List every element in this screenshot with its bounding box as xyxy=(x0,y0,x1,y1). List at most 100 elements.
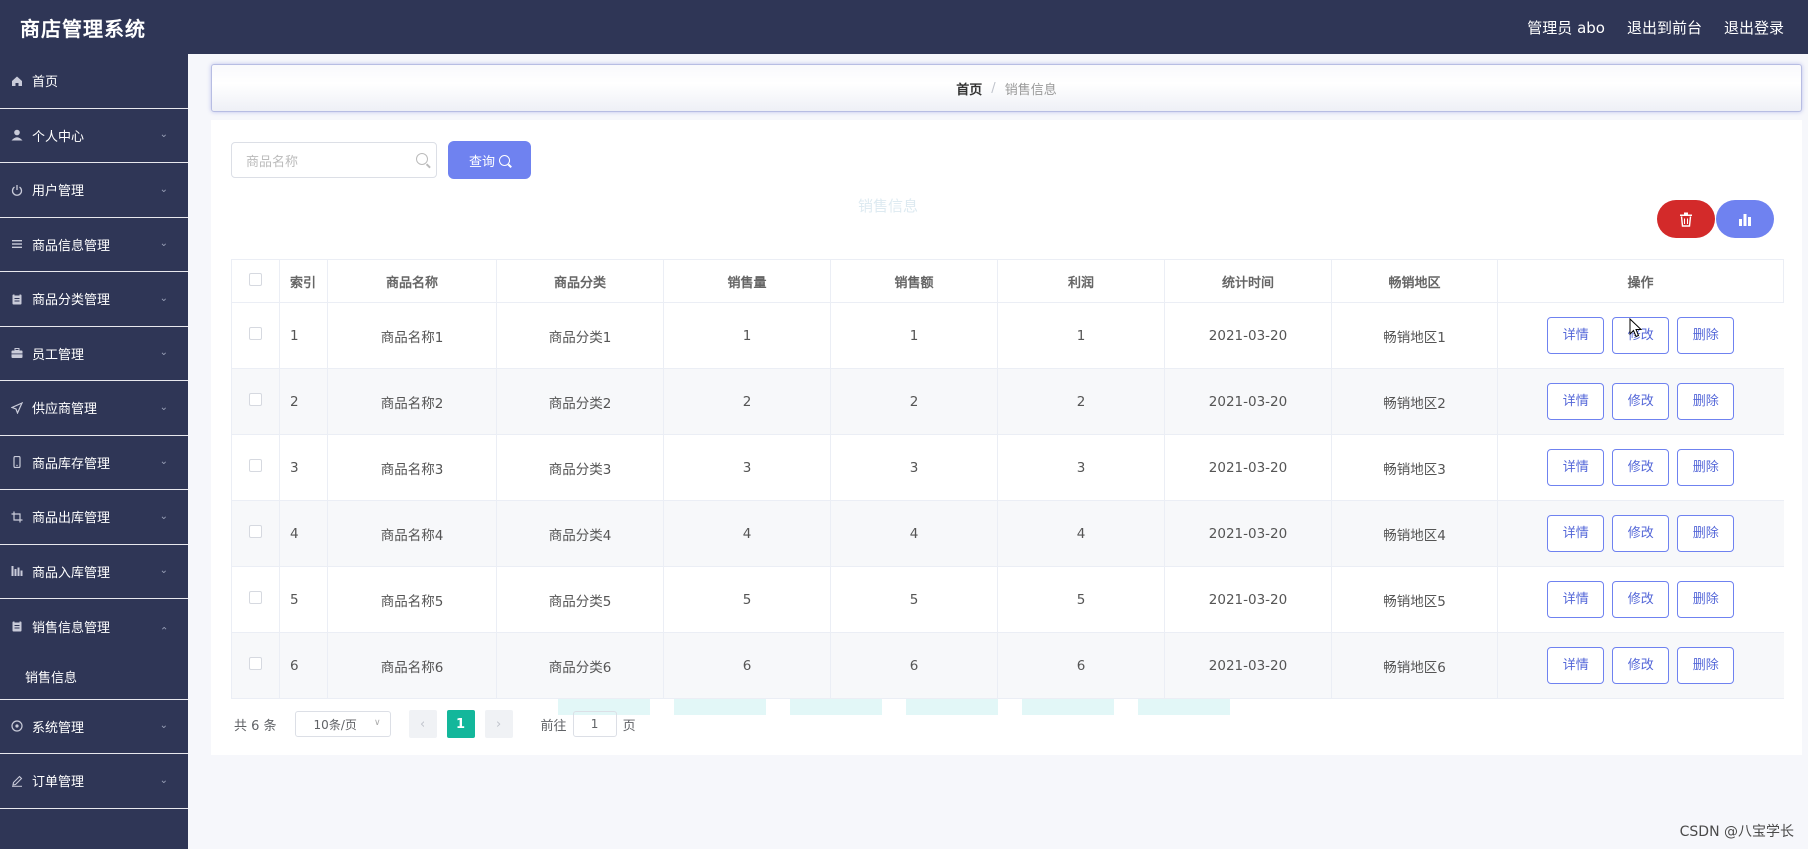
sidebar-item-label: 个人中心 xyxy=(32,129,85,145)
delete-button[interactable]: 删除 xyxy=(1677,449,1735,486)
cell-category: 商品分类3 xyxy=(496,434,664,501)
row-checkbox-cell[interactable] xyxy=(231,566,280,633)
cell-index: 5 xyxy=(279,566,328,633)
row-checkbox[interactable] xyxy=(249,525,262,538)
select-all-checkbox[interactable] xyxy=(249,272,262,286)
cell-volume: 1 xyxy=(663,302,831,369)
chevron-down-icon: ⌄ xyxy=(159,510,168,522)
row-checkbox-cell[interactable] xyxy=(231,368,280,435)
row-actions: 详情 修改 删除 xyxy=(1497,566,1784,633)
watermark: CSDN @八宝学长 xyxy=(1679,824,1794,840)
delete-button[interactable]: 删除 xyxy=(1677,581,1735,618)
detail-button[interactable]: 详情 xyxy=(1547,647,1605,684)
chart-button[interactable] xyxy=(1716,200,1774,238)
row-checkbox-cell[interactable] xyxy=(231,302,280,369)
row-checkbox[interactable] xyxy=(249,327,262,340)
row-checkbox[interactable] xyxy=(249,459,262,472)
bar-chart-icon xyxy=(1739,213,1751,226)
power-icon xyxy=(10,183,24,197)
back-to-front-link[interactable]: 退出到前台 xyxy=(1627,17,1702,38)
sidebar-item-staff[interactable]: 员工管理 ⌄ xyxy=(0,327,188,381)
edit-button[interactable]: 修改 xyxy=(1612,647,1670,684)
row-checkbox[interactable] xyxy=(249,591,262,604)
cell-name: 商品名称1 xyxy=(327,302,497,369)
search-icon xyxy=(416,153,428,165)
prev-page-button[interactable]: ‹ xyxy=(408,710,437,738)
cell-profit: 6 xyxy=(997,632,1165,699)
row-checkbox-cell[interactable] xyxy=(231,434,280,501)
sidebar-item-sales-management[interactable]: 销售信息管理 ⌄ xyxy=(0,599,188,654)
chevron-down-icon: ⌄ xyxy=(159,565,168,577)
header-actions: 管理员 abo 退出到前台 退出登录 xyxy=(1527,17,1784,38)
edit-button[interactable]: 修改 xyxy=(1612,449,1670,486)
detail-button[interactable]: 详情 xyxy=(1547,449,1605,486)
edit-button[interactable]: 修改 xyxy=(1612,515,1670,552)
sidebar: 首页 个人中心 ⌄ 用户管理 ⌄ 商品信息管理 ⌄ 商品分类管理 ⌄ 员工管理 … xyxy=(0,54,188,849)
cell-profit: 5 xyxy=(997,566,1165,633)
pagination: 共 6 条 10条/页 ∨ ‹ 1 › 前往 1 页 xyxy=(234,710,636,738)
delete-button[interactable]: 删除 xyxy=(1677,515,1735,552)
query-button[interactable]: 查询 xyxy=(448,141,531,179)
chevron-down-icon: ∨ xyxy=(373,718,381,728)
sidebar-item-product-category[interactable]: 商品分类管理 ⌄ xyxy=(0,272,188,327)
detail-button[interactable]: 详情 xyxy=(1547,581,1605,618)
app-title: 商店管理系统 xyxy=(20,16,146,41)
chevron-down-icon: ⌄ xyxy=(159,292,168,304)
breadcrumb-home[interactable]: 首页 xyxy=(956,79,982,98)
row-checkbox-cell[interactable] xyxy=(231,632,280,699)
chevron-left-icon: ‹ xyxy=(419,716,426,732)
sidebar-subitem-sales-info[interactable]: 销售信息 xyxy=(0,654,188,700)
sidebar-item-inbound[interactable]: 商品入库管理 ⌄ xyxy=(0,545,188,599)
sidebar-item-label: 商品分类管理 xyxy=(32,293,111,309)
sidebar-item-label: 商品入库管理 xyxy=(32,565,111,581)
cell-time: 2021-03-20 xyxy=(1164,302,1332,369)
sidebar-item-product-info[interactable]: 商品信息管理 ⌄ xyxy=(0,218,188,272)
sales-table: 索引 商品名称 商品分类 销售量 销售额 利润 统计时间 畅销地区 操作 1 商品… xyxy=(231,259,1784,699)
cell-index: 3 xyxy=(279,434,328,501)
admin-user-label[interactable]: 管理员 abo xyxy=(1527,17,1605,38)
sidebar-item-supplier[interactable]: 供应商管理 ⌄ xyxy=(0,381,188,436)
row-actions: 详情 修改 删除 xyxy=(1497,434,1784,501)
next-page-button[interactable]: › xyxy=(484,710,513,738)
cell-amount: 2 xyxy=(830,368,998,435)
edit-button[interactable]: 修改 xyxy=(1612,581,1670,618)
sidebar-item-system[interactable]: 系统管理 ⌄ xyxy=(0,700,188,754)
cell-amount: 3 xyxy=(830,434,998,501)
row-checkbox[interactable] xyxy=(249,657,262,670)
detail-button[interactable]: 详情 xyxy=(1547,515,1605,552)
row-checkbox[interactable] xyxy=(249,393,262,406)
sidebar-item-inventory[interactable]: 商品库存管理 ⌄ xyxy=(0,436,188,490)
column-header: 操作 xyxy=(1497,259,1784,303)
mouse-cursor-icon xyxy=(1629,318,1643,338)
goto-page-input[interactable]: 1 xyxy=(572,711,617,737)
goto-label: 前往 xyxy=(540,718,567,734)
page-number-1[interactable]: 1 xyxy=(446,710,475,738)
detail-button[interactable]: 详情 xyxy=(1547,383,1605,420)
delete-button[interactable]: 删除 xyxy=(1677,383,1735,420)
sidebar-item-personal-center[interactable]: 个人中心 ⌄ xyxy=(0,109,188,163)
sidebar-item-outbound[interactable]: 商品出库管理 ⌄ xyxy=(0,490,188,545)
cell-volume: 3 xyxy=(663,434,831,501)
table-row: 1 商品名称1 商品分类1 1 1 1 2021-03-20 畅销地区1 详情 修改 删除 xyxy=(231,302,1784,369)
page-size-select[interactable]: 10条/页 ∨ xyxy=(294,711,391,737)
detail-button[interactable]: 详情 xyxy=(1547,317,1605,354)
logout-link[interactable]: 退出登录 xyxy=(1724,17,1784,38)
sidebar-item-home[interactable]: 首页 xyxy=(0,54,188,109)
row-actions: 详情 修改 删除 xyxy=(1497,632,1784,699)
row-checkbox-cell[interactable] xyxy=(231,500,280,567)
select-all-checkbox-cell[interactable] xyxy=(231,259,280,303)
sidebar-item-orders[interactable]: 订单管理 ⌄ xyxy=(0,754,188,809)
table-row: 4 商品名称4 商品分类4 4 4 4 2021-03-20 畅销地区4 详情 修改 删除 xyxy=(231,500,1784,567)
delete-button[interactable]: 删除 xyxy=(1677,647,1735,684)
edit-button[interactable]: 修改 xyxy=(1612,383,1670,420)
cell-name: 商品名称3 xyxy=(327,434,497,501)
home-icon xyxy=(10,74,24,88)
column-header: 畅销地区 xyxy=(1331,259,1498,303)
barchart-icon xyxy=(10,564,24,578)
sidebar-subitem-label: 销售信息 xyxy=(25,670,78,686)
cell-region: 畅销地区2 xyxy=(1331,368,1498,435)
delete-button[interactable]: 删除 xyxy=(1677,317,1735,354)
search-input[interactable]: 商品名称 xyxy=(231,142,437,178)
batch-delete-button[interactable] xyxy=(1657,200,1715,238)
sidebar-item-user-management[interactable]: 用户管理 ⌄ xyxy=(0,163,188,218)
